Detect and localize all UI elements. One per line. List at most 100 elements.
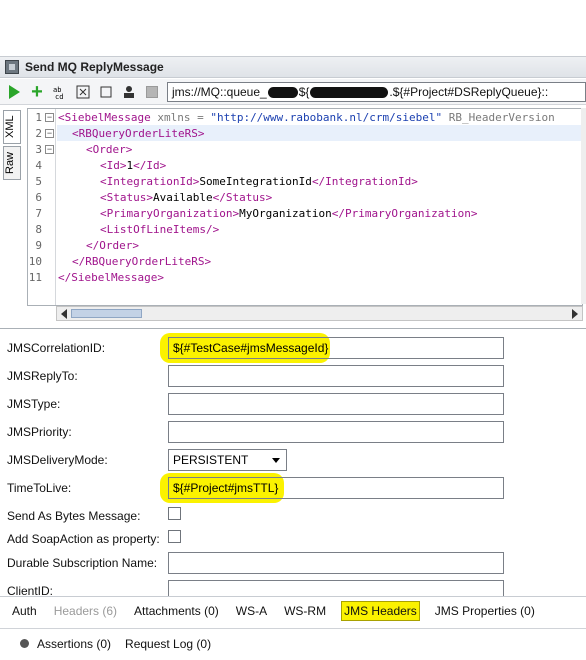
format-button[interactable]: ab cd [50, 82, 70, 102]
code-line-5: <IntegrationId>SomeIntegrationId</Integr… [100, 175, 418, 188]
code-line-10: </RBQueryOrderLiteRS> [72, 255, 212, 268]
delivery-mode-value: PERSISTENT [173, 453, 249, 467]
delivery-label: JMSDeliveryMode: [7, 453, 108, 467]
user-icon [124, 85, 134, 98]
delivery-mode-select[interactable]: PERSISTENT [168, 449, 287, 471]
tab-jms-properties[interactable]: JMS Properties (0) [433, 601, 537, 621]
line-number: 1 [35, 111, 42, 124]
format-icon: abcd [53, 86, 63, 99]
durable-subscription-input[interactable] [168, 552, 504, 574]
type-label: JMSType: [7, 397, 61, 411]
line-number: 10 [28, 255, 42, 268]
code-line-8: <ListOfLineItems/> [100, 223, 220, 236]
correlation-label: JMSCorrelationID: [7, 341, 106, 355]
play-icon [8, 84, 20, 99]
code-line-6: <Status>Available</Status> [100, 191, 273, 204]
plus-icon: + [31, 80, 43, 103]
tab-auth[interactable]: Auth [10, 601, 39, 621]
priority-input[interactable] [168, 421, 504, 443]
soap-label: Add SoapAction as property: [7, 532, 160, 546]
tab-request-log[interactable]: Request Log (0) [125, 637, 211, 651]
replyto-input[interactable] [168, 365, 504, 387]
prop-row-type: JMSType: [0, 391, 586, 419]
endpoint-input[interactable]: jms://MQ::queue_ ${ .${#Project#DSReplyQue… [167, 82, 586, 102]
line-number: 7 [35, 207, 42, 220]
scroll-thumb[interactable] [71, 309, 142, 318]
priority-label: JMSPriority: [7, 425, 72, 439]
expand-icon [76, 85, 90, 98]
type-input[interactable] [168, 393, 504, 415]
prop-row-priority: JMSPriority: [0, 419, 586, 447]
status-tabs: Assertions (0) Request Log (0) [0, 628, 586, 658]
tab-xml[interactable]: XML [3, 110, 21, 144]
chevron-down-icon [272, 458, 280, 463]
expand-button[interactable] [73, 82, 93, 102]
fold-toggle[interactable]: − [45, 145, 54, 154]
line-number: 6 [35, 191, 42, 204]
vertical-scrollbar[interactable] [581, 108, 586, 304]
tab-raw[interactable]: Raw [3, 146, 21, 180]
scroll-right-icon[interactable] [572, 309, 578, 319]
window-button[interactable] [96, 82, 116, 102]
svg-text:cd: cd [55, 93, 63, 99]
durable-label: Durable Subscription Name: [7, 556, 158, 570]
add-button[interactable]: + [27, 82, 47, 102]
replyto-label: JMSReplyTo: [7, 369, 78, 383]
bytes-checkbox[interactable] [168, 507, 181, 520]
prop-row-durable: Durable Subscription Name: [0, 550, 586, 578]
tab-jms-headers[interactable]: JMS Headers [341, 600, 420, 621]
scroll-left-icon[interactable] [61, 309, 67, 319]
window-titlebar: Send MQ ReplyMessage [0, 56, 586, 78]
code-line-4: <Id>1</Id> [100, 159, 167, 172]
prop-row-ttl: TimeToLive: ${#Project#jmsTTL} [0, 473, 586, 503]
client-label: ClientID: [7, 584, 54, 596]
jms-headers-panel: JMSCorrelationID: ${#TestCase#jmsMessage… [0, 328, 586, 596]
run-button[interactable] [4, 82, 24, 102]
line-number: 11 [28, 271, 42, 284]
endpoint-mid: ${ [298, 85, 310, 99]
horizontal-scrollbar[interactable] [56, 306, 583, 321]
cancel-button[interactable] [142, 82, 162, 102]
prop-row-delivery: JMSDeliveryMode: PERSISTENT [0, 447, 586, 475]
ttl-label: TimeToLive: [7, 481, 72, 495]
status-dot-icon [20, 639, 29, 648]
line-number: 9 [35, 239, 42, 252]
code-line-2: <RBQueryOrderLiteRS> [72, 127, 205, 140]
soap-action-checkbox[interactable] [168, 530, 181, 543]
fold-toggle[interactable]: − [45, 129, 54, 138]
line-number: 8 [35, 223, 42, 236]
prop-row-correlation: JMSCorrelationID: ${#TestCase#jmsMessage… [0, 333, 586, 363]
tab-ws-a[interactable]: WS-A [234, 601, 269, 621]
code-area[interactable]: 1 2 3 4 5 6 7 8 9 10 11 − − − <SiebelMes… [27, 108, 583, 306]
endpoint-prefix: jms://MQ::queue_ [172, 85, 267, 99]
user-button[interactable] [119, 82, 139, 102]
endpoint-suffix: .${#Project#DSReplyQueue}:: [389, 85, 549, 99]
tab-attachments[interactable]: Attachments (0) [132, 601, 221, 621]
line-number: 5 [35, 175, 42, 188]
tab-ws-rm[interactable]: WS-RM [282, 601, 328, 621]
stop-icon [146, 85, 158, 98]
redacted-mark [310, 86, 389, 98]
ttl-input[interactable]: ${#Project#jmsTTL} [168, 477, 504, 499]
window-icon [100, 86, 112, 97]
window-title: Send MQ ReplyMessage [25, 60, 164, 74]
editor-view-tabs: XML Raw [3, 110, 23, 182]
prop-row-replyto: JMSReplyTo: [0, 363, 586, 391]
client-id-input[interactable] [168, 580, 504, 596]
code-line-1: <SiebelMessage xmlns = "http://www.rabob… [58, 111, 555, 124]
fold-toggle[interactable]: − [45, 113, 54, 122]
code-line-7: <PrimaryOrganization>MyOrganization</Pri… [100, 207, 478, 220]
tab-headers[interactable]: Headers (6) [52, 601, 119, 621]
line-number: 3 [35, 143, 42, 156]
xml-editor: XML Raw 1 2 3 4 5 6 7 8 9 10 11 − − − <S… [0, 106, 586, 324]
tab-assertions[interactable]: Assertions (0) [37, 637, 111, 651]
request-tabs: Auth Headers (6) Attachments (0) WS-A WS… [0, 596, 586, 624]
bytes-label: Send As Bytes Message: [7, 509, 141, 523]
code-line-3: <Order> [86, 143, 133, 156]
redacted-mark [267, 86, 298, 98]
code-line-11: </SiebelMessage> [58, 271, 164, 284]
line-number: 2 [35, 127, 42, 140]
correlation-id-input[interactable]: ${#TestCase#jmsMessageId} [168, 337, 504, 359]
code-line-9: </Order> [86, 239, 139, 252]
line-number: 4 [35, 159, 42, 172]
